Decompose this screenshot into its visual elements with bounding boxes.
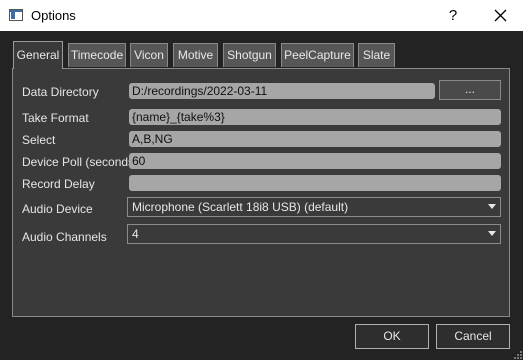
- window-title: Options: [31, 8, 76, 23]
- audio-channels-label: Audio Channels: [22, 230, 107, 244]
- ok-button[interactable]: OK: [355, 324, 429, 349]
- audio-channels-value: 4: [132, 227, 139, 241]
- close-button[interactable]: [478, 0, 522, 31]
- data-directory-field[interactable]: D:/recordings/2022-03-11: [129, 83, 435, 99]
- resize-grip[interactable]: [512, 349, 522, 359]
- tab-motive[interactable]: Motive: [173, 43, 218, 67]
- cancel-button[interactable]: Cancel: [436, 324, 510, 349]
- chevron-down-icon: [488, 204, 496, 209]
- chevron-down-icon: [488, 231, 496, 236]
- select-label: Select: [22, 133, 56, 147]
- audio-device-label: Audio Device: [22, 202, 93, 216]
- help-button[interactable]: ?: [438, 0, 468, 31]
- device-poll-field[interactable]: 60: [129, 153, 501, 169]
- window-app-icon: [9, 9, 23, 21]
- audio-device-value: Microphone (Scarlett 18i8 USB) (default): [132, 200, 349, 214]
- tab-shotgun[interactable]: Shotgun: [223, 43, 276, 67]
- browse-button[interactable]: ...: [439, 80, 501, 100]
- record-delay-field[interactable]: [129, 175, 501, 191]
- tab-vicon[interactable]: Vicon: [130, 43, 168, 67]
- audio-channels-select[interactable]: 4: [127, 224, 501, 244]
- audio-device-select[interactable]: Microphone (Scarlett 18i8 USB) (default): [127, 197, 501, 217]
- take-format-label: Take Format: [22, 111, 89, 125]
- tab-timecode[interactable]: Timecode: [68, 43, 126, 67]
- general-settings-panel: [12, 68, 510, 317]
- tab-slate[interactable]: Slate: [358, 43, 395, 67]
- select-field[interactable]: A,B,NG: [129, 131, 501, 147]
- take-format-field[interactable]: {name}_{take%3}: [129, 109, 501, 125]
- close-icon: [494, 9, 507, 22]
- data-directory-label: Data Directory: [22, 85, 99, 99]
- tab-general[interactable]: General: [13, 41, 63, 69]
- title-bar[interactable]: Options ?: [0, 0, 523, 31]
- record-delay-label: Record Delay: [22, 177, 95, 191]
- tab-peelcapture[interactable]: PeelCapture: [281, 43, 354, 67]
- device-poll-label: Device Poll (seconds): [22, 155, 139, 169]
- options-dialog: Options ? General Timecode Vicon Motive …: [0, 0, 523, 360]
